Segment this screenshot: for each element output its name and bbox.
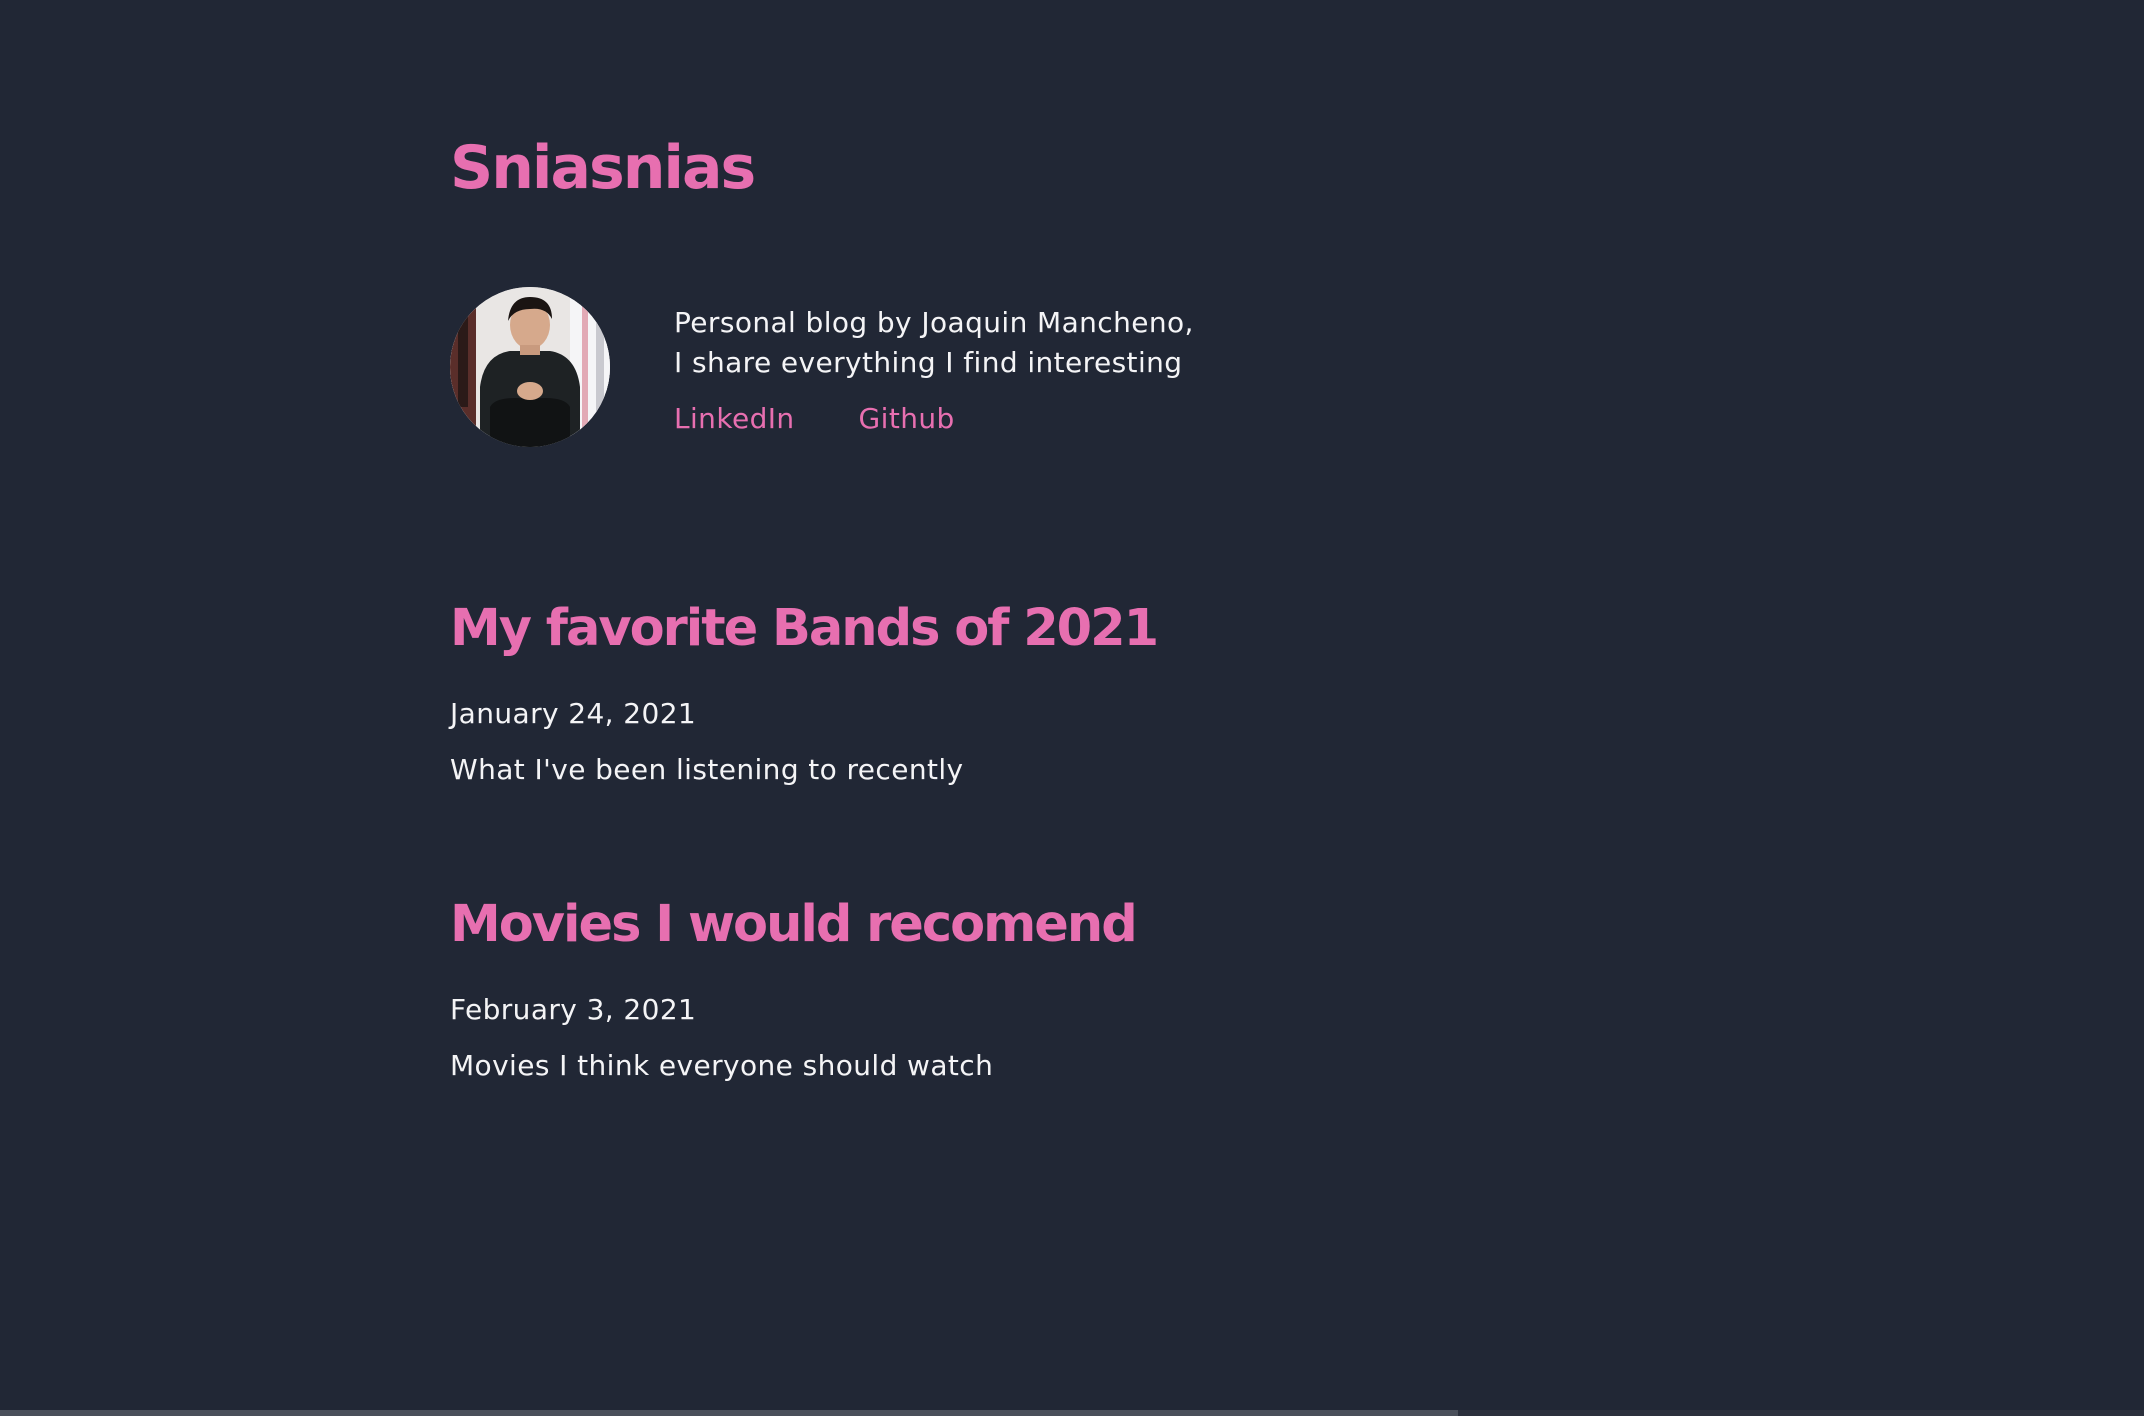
post-description: What I've been listening to recently	[450, 753, 964, 786]
social-links: LinkedIn Github	[674, 399, 1194, 439]
post-title-link[interactable]: Movies I would recomend	[450, 890, 1138, 960]
site-title-link[interactable]: Sniasnias	[450, 126, 756, 210]
post-title-link[interactable]: My favorite Bands of 2021	[450, 594, 1159, 664]
avatar	[450, 287, 610, 447]
post-date: February 3, 2021	[450, 993, 697, 1026]
post-description: Movies I think everyone should watch	[450, 1049, 994, 1082]
profile-photo-icon	[450, 287, 610, 447]
github-link[interactable]: Github	[859, 399, 955, 439]
horizontal-scrollbar[interactable]	[0, 1410, 1458, 1416]
scrollbar-track	[1458, 1410, 2144, 1416]
linkedin-link[interactable]: LinkedIn	[674, 399, 795, 439]
blog-page: Sniasnias Personal blog by Joaquin Manch…	[0, 0, 2144, 1416]
bio-section: Personal blog by Joaquin Mancheno, I sha…	[450, 287, 1194, 449]
bio-text: Personal blog by Joaquin Mancheno, I sha…	[674, 287, 1194, 439]
post-date: January 24, 2021	[450, 697, 697, 730]
post-item: Movies I would recomend February 3, 2021…	[450, 890, 1138, 1086]
bio-line-1: Personal blog by Joaquin Mancheno,	[674, 306, 1194, 339]
bio-line-2: I share everything I find interesting	[674, 346, 1183, 379]
post-item: My favorite Bands of 2021 January 24, 20…	[450, 594, 1159, 790]
